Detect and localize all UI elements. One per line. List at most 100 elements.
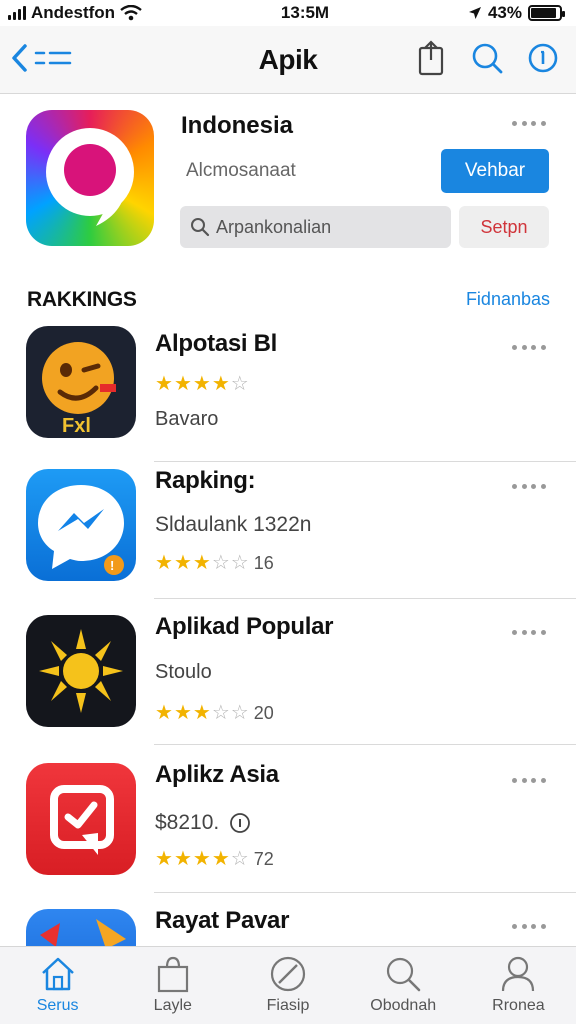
rating-count: 72 xyxy=(253,849,274,869)
featured-title: Indonesia xyxy=(181,112,294,139)
list-item[interactable]: Fxl Alpotasi Bl ★ ★ ★ ★ ☆ Bavaro xyxy=(0,316,576,462)
star-empty-icon: ☆ xyxy=(211,552,230,574)
tab-label: Layle xyxy=(153,997,192,1014)
tab-label: Fiasip xyxy=(266,997,310,1014)
app-name: Aplikad Popular xyxy=(155,613,334,640)
list-item[interactable]: Aplikad Popular Stoulo ★ ★ ★ ☆ ☆ 20 xyxy=(0,599,576,745)
app-name: Rayat Pavar xyxy=(155,907,290,934)
more-options-button[interactable] xyxy=(512,775,546,785)
clock: 13:5M xyxy=(280,3,330,22)
app-icon-partial xyxy=(26,909,136,946)
rating-count: 16 xyxy=(253,553,274,573)
view-button[interactable]: Vehbar xyxy=(441,149,549,193)
app-meta: $8210. xyxy=(155,811,220,834)
compass-icon xyxy=(270,956,306,992)
star-filled-icon: ★ xyxy=(173,552,192,574)
star-filled-icon: ★ xyxy=(173,373,192,395)
nav-actions xyxy=(414,40,560,76)
more-options-button[interactable] xyxy=(512,627,546,637)
app-meta: Bavaro xyxy=(155,408,219,430)
navigation-bar: Apik xyxy=(0,26,576,94)
search-submit-button[interactable]: Setpn xyxy=(459,206,549,248)
rating-count: 20 xyxy=(253,703,274,723)
share-icon xyxy=(418,40,444,76)
app-meta: Stoulo xyxy=(155,661,212,683)
tab-search[interactable]: Obodnah xyxy=(346,947,461,1024)
app-icon-sun xyxy=(26,615,136,727)
status-left: Andestfon xyxy=(8,3,142,23)
star-filled-icon: ★ xyxy=(173,848,192,870)
app-name: Alpotasi Bl xyxy=(155,330,278,357)
section-title: RAKKINGS xyxy=(27,288,137,311)
star-filled-icon: ★ xyxy=(155,552,173,574)
more-options-button[interactable] xyxy=(512,481,546,491)
search-icon xyxy=(387,957,421,992)
signal-icon xyxy=(8,6,26,20)
search-placeholder: Arpankonalian xyxy=(216,216,332,237)
tab-shop[interactable]: Layle xyxy=(115,947,230,1024)
tab-label: Obodnah xyxy=(370,997,437,1014)
star-filled-icon: ★ xyxy=(192,552,211,574)
svg-text:!: ! xyxy=(110,558,114,573)
star-filled-icon: ★ xyxy=(192,373,211,395)
bag-icon xyxy=(157,956,188,993)
home-icon xyxy=(41,957,74,991)
star-filled-icon: ★ xyxy=(155,373,173,395)
battery-percent: 43% xyxy=(487,3,522,22)
info-button[interactable] xyxy=(526,40,560,76)
divider xyxy=(154,744,576,745)
search-button[interactable] xyxy=(470,40,504,76)
featured-app: Indonesia Alcmosanaat Vehbar Arpankonali… xyxy=(0,94,576,264)
tab-profile[interactable]: Rronea xyxy=(461,947,576,1024)
list-item[interactable]: Aplikz Asia $8210. ★ ★ ★ ★ ☆ 72 xyxy=(0,747,576,893)
more-options-button[interactable] xyxy=(512,342,546,352)
section-see-all-link[interactable]: Fidnanbas xyxy=(466,289,550,310)
wifi-icon xyxy=(120,5,142,21)
star-filled-icon: ★ xyxy=(211,373,230,395)
svg-text:Fxl: Fxl xyxy=(62,415,91,437)
carrier-label: Andestfon xyxy=(31,3,116,22)
app-icon-emoji: Fxl xyxy=(26,326,136,438)
status-right: 43% xyxy=(468,3,565,23)
tab-home[interactable]: Serus xyxy=(0,947,115,1024)
star-empty-icon: ☆ xyxy=(211,702,230,724)
chevron-left-icon xyxy=(12,44,27,72)
share-button[interactable] xyxy=(414,40,448,76)
search-field[interactable]: Arpankonalian xyxy=(180,206,451,248)
star-filled-icon: ★ xyxy=(192,848,211,870)
tab-label: Rronea xyxy=(492,997,545,1014)
star-empty-icon: ☆ xyxy=(230,373,249,395)
app-icon-messenger: ! xyxy=(26,469,136,581)
app-price: $8210. xyxy=(155,811,251,835)
list-item[interactable]: ! Rapking: Sldaulank 1322n ★ ★ ★ ☆ ☆ 16 xyxy=(0,453,576,599)
tab-bar: Serus Layle Fiasip Obodnah Rronea xyxy=(0,946,576,1024)
app-meta: Sldaulank 1322n xyxy=(155,513,312,536)
location-arrow-icon xyxy=(468,7,481,19)
info-circle-icon xyxy=(230,813,251,833)
person-icon xyxy=(502,956,535,992)
star-rating: ★ ★ ★ ★ ☆ 72 xyxy=(155,849,274,869)
featured-app-icon[interactable] xyxy=(26,110,154,246)
back-button[interactable] xyxy=(10,40,74,76)
tab-explore[interactable]: Fiasip xyxy=(230,947,345,1024)
app-icon-chat xyxy=(26,763,136,875)
featured-subtitle: Alcmosanaat xyxy=(186,160,296,181)
star-filled-icon: ★ xyxy=(211,848,230,870)
star-rating: ★ ★ ★ ★ ☆ xyxy=(155,374,249,394)
tab-label: Serus xyxy=(36,997,79,1014)
info-icon xyxy=(528,43,558,73)
featured-more-button[interactable] xyxy=(512,118,546,128)
star-rating: ★ ★ ★ ☆ ☆ 20 xyxy=(155,703,274,723)
app-name: Rapking: xyxy=(155,467,256,494)
star-filled-icon: ★ xyxy=(173,702,192,724)
battery-icon xyxy=(527,5,565,21)
star-rating: ★ ★ ★ ☆ ☆ 16 xyxy=(155,553,274,573)
star-filled-icon: ★ xyxy=(155,702,173,724)
status-bar: Andestfon 13:5M 43% xyxy=(0,0,576,26)
star-empty-icon: ☆ xyxy=(230,552,249,574)
list-item[interactable]: Rayat Pavar xyxy=(0,893,576,946)
star-filled-icon: ★ xyxy=(192,702,211,724)
star-empty-icon: ☆ xyxy=(230,848,249,870)
search-icon xyxy=(472,43,503,74)
more-options-button[interactable] xyxy=(512,921,546,931)
